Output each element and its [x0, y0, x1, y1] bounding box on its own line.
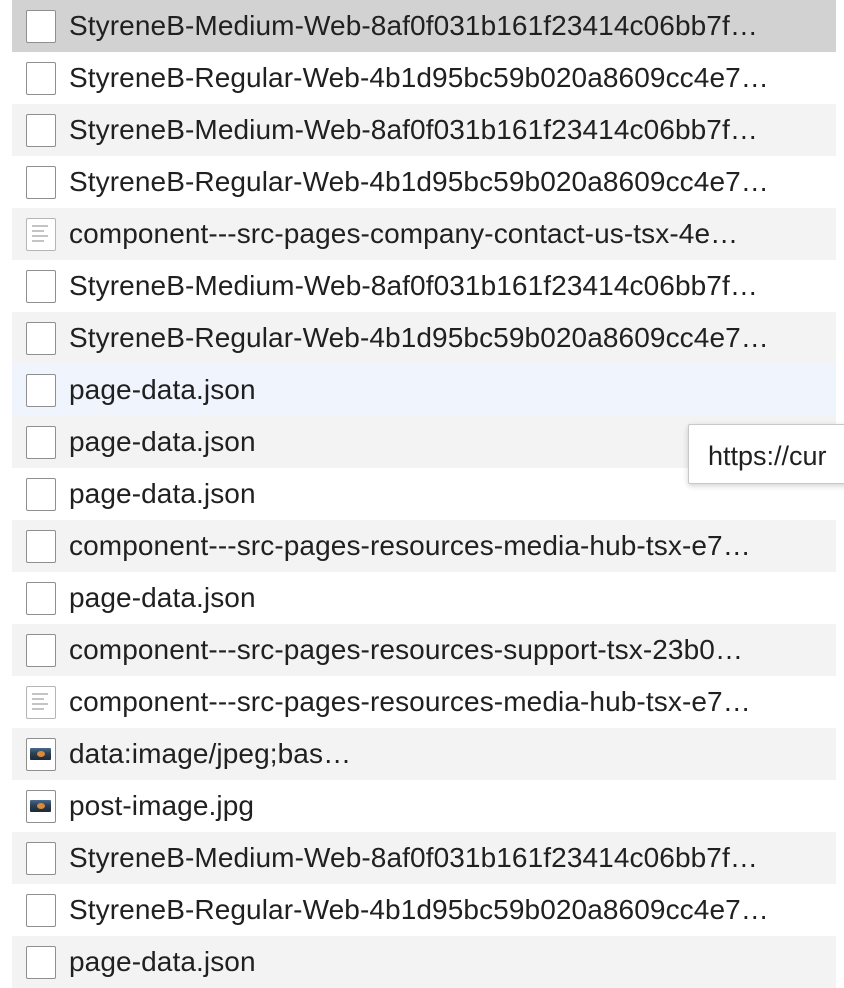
request-name-list: StyreneB-Medium-Web-8af0f031b161f23414c0…: [12, 0, 836, 988]
request-row[interactable]: page-data.json: [12, 364, 836, 416]
font-file-icon: [26, 269, 56, 303]
column-divider[interactable]: [836, 0, 844, 988]
request-row[interactable]: StyreneB-Medium-Web-8af0f031b161f23414c0…: [12, 0, 836, 52]
request-row[interactable]: component---src-pages-resources-media-hu…: [12, 676, 836, 728]
request-name: data:image/jpeg;bas…: [69, 738, 352, 769]
request-name: page-data.json: [69, 374, 256, 405]
request-name: component---src-pages-resources-support-…: [69, 634, 744, 665]
request-row[interactable]: page-data.json: [12, 572, 836, 624]
request-name: component---src-pages-resources-media-hu…: [69, 686, 751, 717]
script-file-icon: [26, 685, 56, 719]
font-file-icon: [26, 165, 56, 199]
request-row[interactable]: data:image/jpeg;bas…: [12, 728, 836, 780]
request-name: StyreneB-Regular-Web-4b1d95bc59b020a8609…: [69, 62, 769, 93]
font-file-icon: [26, 9, 56, 43]
left-gutter: [0, 0, 12, 988]
request-row[interactable]: StyreneB-Regular-Web-4b1d95bc59b020a8609…: [12, 884, 836, 936]
request-name: StyreneB-Medium-Web-8af0f031b161f23414c0…: [69, 270, 758, 301]
request-name: StyreneB-Medium-Web-8af0f031b161f23414c0…: [69, 114, 758, 145]
request-row[interactable]: StyreneB-Regular-Web-4b1d95bc59b020a8609…: [12, 156, 836, 208]
font-file-icon: [26, 841, 56, 875]
request-row[interactable]: StyreneB-Medium-Web-8af0f031b161f23414c0…: [12, 260, 836, 312]
script-file-icon: [26, 217, 56, 251]
network-request-panel: StyreneB-Medium-Web-8af0f031b161f23414c0…: [0, 0, 844, 988]
data-file-icon: [26, 373, 56, 407]
url-tooltip: https://cur: [688, 424, 844, 484]
request-name: component---src-pages-company-contact-us…: [69, 218, 739, 249]
request-row[interactable]: StyreneB-Regular-Web-4b1d95bc59b020a8609…: [12, 52, 836, 104]
request-row[interactable]: component---src-pages-resources-support-…: [12, 624, 836, 676]
image-file-icon: [26, 737, 56, 771]
request-name: component---src-pages-resources-media-hu…: [69, 530, 751, 561]
request-name: StyreneB-Regular-Web-4b1d95bc59b020a8609…: [69, 166, 769, 197]
request-name: page-data.json: [69, 582, 256, 613]
data-file-icon: [26, 945, 56, 979]
request-row[interactable]: post-image.jpg: [12, 780, 836, 832]
request-row[interactable]: StyreneB-Medium-Web-8af0f031b161f23414c0…: [12, 832, 836, 884]
request-name: page-data.json: [69, 946, 256, 977]
data-file-icon: [26, 581, 56, 615]
data-file-icon: [26, 633, 56, 667]
image-file-icon: [26, 789, 56, 823]
request-row[interactable]: StyreneB-Medium-Web-8af0f031b161f23414c0…: [12, 104, 836, 156]
request-row[interactable]: StyreneB-Regular-Web-4b1d95bc59b020a8609…: [12, 312, 836, 364]
request-name: StyreneB-Regular-Web-4b1d95bc59b020a8609…: [69, 894, 769, 925]
data-file-icon: [26, 477, 56, 511]
request-name: page-data.json: [69, 478, 256, 509]
request-name: StyreneB-Regular-Web-4b1d95bc59b020a8609…: [69, 322, 769, 353]
font-file-icon: [26, 61, 56, 95]
request-name: StyreneB-Medium-Web-8af0f031b161f23414c0…: [69, 842, 758, 873]
font-file-icon: [26, 893, 56, 927]
request-name: post-image.jpg: [69, 790, 255, 821]
font-file-icon: [26, 321, 56, 355]
data-file-icon: [26, 425, 56, 459]
font-file-icon: [26, 113, 56, 147]
request-row[interactable]: component---src-pages-resources-media-hu…: [12, 520, 836, 572]
request-row[interactable]: component---src-pages-company-contact-us…: [12, 208, 836, 260]
request-name: StyreneB-Medium-Web-8af0f031b161f23414c0…: [69, 10, 758, 41]
data-file-icon: [26, 529, 56, 563]
request-name: page-data.json: [69, 426, 256, 457]
request-row[interactable]: page-data.json: [12, 936, 836, 988]
